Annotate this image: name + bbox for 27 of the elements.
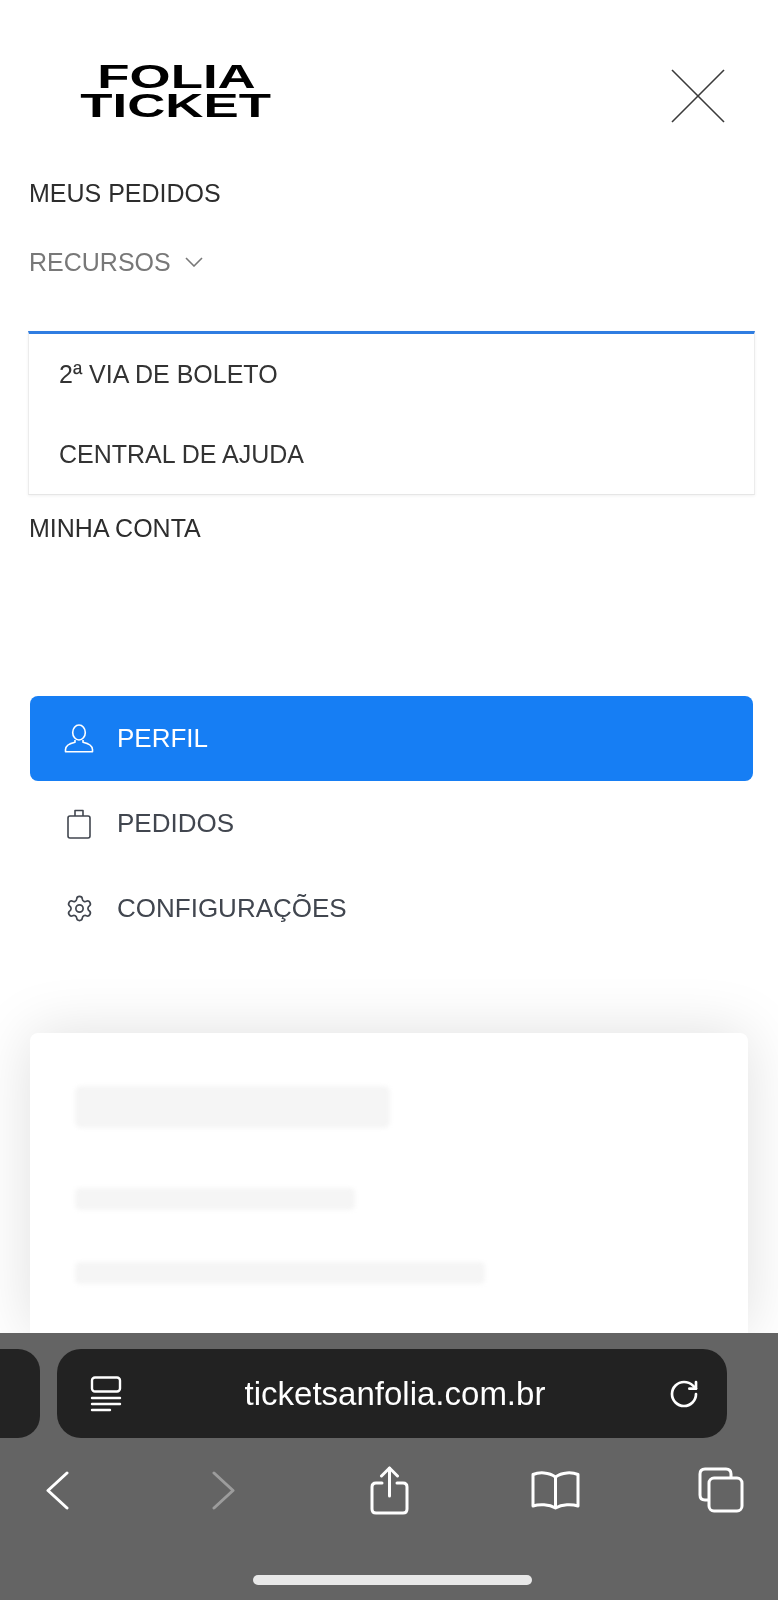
dropdown-item[interactable]: CENTRAL DE AJUDA (59, 438, 304, 470)
user-icon (64, 724, 94, 753)
back-button[interactable] (45, 1470, 69, 1510)
previous-tab-edge[interactable] (0, 1349, 40, 1438)
account-menu-item[interactable]: PEDIDOS (30, 781, 753, 866)
share-icon (369, 1465, 409, 1515)
dropdown-item[interactable]: 2ª VIA DE BOLETO (59, 358, 278, 390)
book-icon (530, 1470, 580, 1510)
chevron-right-icon (211, 1470, 235, 1510)
share-button[interactable] (369, 1465, 409, 1515)
chevron-down-icon (184, 257, 203, 267)
dropdown-toggle[interactable]: RECURSOS (29, 246, 203, 278)
chevron-left-icon (45, 1470, 69, 1510)
page-format-icon[interactable] (90, 1375, 122, 1412)
close-button[interactable] (671, 69, 725, 123)
account-menu-item[interactable]: CONFIGURAÇÕES (30, 866, 753, 951)
close-icon (671, 69, 725, 123)
url-text: ticketsanfolia.com.br (244, 1373, 546, 1414)
bag-icon (67, 808, 91, 839)
logo[interactable]: FOLIA TICKET (76, 62, 276, 120)
nav-link[interactable]: MINHA CONTA (29, 512, 201, 544)
address-bar[interactable]: ticketsanfolia.com.br (57, 1349, 727, 1438)
tabs-button[interactable] (698, 1467, 744, 1513)
nav-link[interactable]: MEUS PEDIDOS (29, 177, 221, 209)
bookmarks-button[interactable] (530, 1470, 580, 1510)
account-menu-item[interactable]: PERFIL (30, 696, 753, 781)
tabs-icon (698, 1467, 744, 1513)
